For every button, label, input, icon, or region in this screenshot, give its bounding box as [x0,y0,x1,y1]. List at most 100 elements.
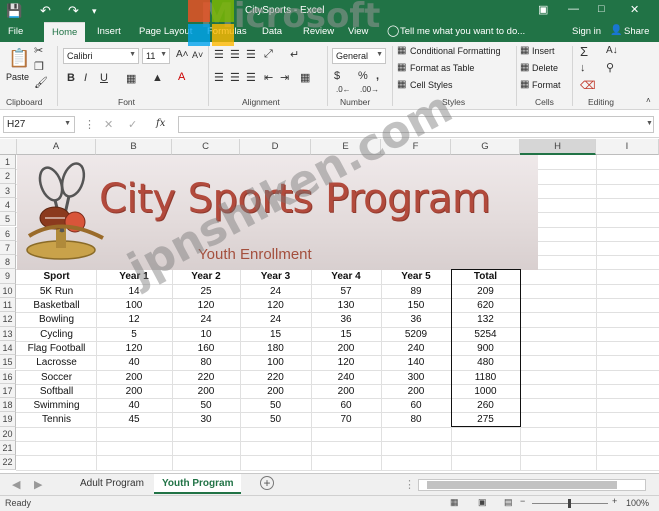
bold-icon[interactable]: B [67,72,75,84]
table-cell[interactable]: Tennis [17,413,96,427]
table-cell[interactable]: 220 [172,371,240,385]
font-size-select[interactable]: 11 ▼ [142,48,170,64]
table-cell[interactable]: 36 [311,313,381,327]
table-cell[interactable]: 240 [381,342,451,356]
cell-styles-button[interactable]: Cell Styles [410,80,453,90]
clear-icon[interactable]: ⌫ [580,79,596,92]
delete-button[interactable]: Delete [532,63,558,73]
align-bottom-icon[interactable]: ☰ [246,48,256,61]
align-middle-icon[interactable]: ☰ [230,48,240,61]
cancel-entry-icon[interactable]: ✕ [104,118,113,131]
row-header[interactable]: 16 [0,369,16,384]
row-header[interactable]: 7 [0,240,16,256]
row-header[interactable]: 1 [0,155,16,170]
row-header[interactable]: 21 [0,441,16,456]
autosum-icon[interactable]: Σ [580,44,588,59]
sort-filter-icon[interactable]: A↓ [606,45,618,56]
row-header[interactable]: 20 [0,426,16,441]
table-cell[interactable]: Flag Football [17,342,96,356]
font-name-select[interactable]: Calibri ▼ [63,48,139,64]
table-header-cell[interactable]: Sport [17,270,96,284]
table-cell[interactable]: 120 [96,342,172,356]
decrease-decimal-icon[interactable]: .00→ [360,85,379,94]
column-header[interactable]: D [240,139,311,155]
table-cell[interactable]: 120 [172,299,240,313]
table-cell[interactable]: 24 [172,313,240,327]
table-cell[interactable]: 200 [172,385,240,399]
align-right-icon[interactable]: ☰ [246,71,256,84]
column-header[interactable]: G [451,139,520,155]
format-painter-icon[interactable]: 🖌 [34,76,48,89]
table-cell[interactable]: 220 [240,371,311,385]
table-cell[interactable]: 120 [240,299,311,313]
table-cell[interactable]: 100 [240,356,311,370]
borders-icon[interactable]: ▦ [126,72,136,85]
format-button[interactable]: Format [532,80,561,90]
table-cell[interactable]: 40 [96,356,172,370]
confirm-entry-icon[interactable]: ✓ [128,118,137,131]
comma-icon[interactable]: , [376,70,379,82]
currency-icon[interactable]: $ [334,70,340,82]
table-header-cell[interactable]: Year 3 [240,270,311,284]
tab-home[interactable]: Home [44,22,86,42]
tab-page-layout[interactable]: Page Layout [139,26,192,37]
table-cell[interactable]: 24 [240,313,311,327]
table-cell[interactable]: 5K Run [17,285,96,299]
collapse-ribbon-icon[interactable]: ˄ [646,96,651,105]
zoom-out-icon[interactable]: − [520,496,525,506]
tell-me-search[interactable]: Tell me what you want to do... [400,26,525,37]
table-cell[interactable]: Swimming [17,399,96,413]
table-cell[interactable]: 160 [172,342,240,356]
align-center-icon[interactable]: ☰ [230,71,240,84]
table-cell[interactable]: Lacrosse [17,356,96,370]
table-cell[interactable]: 10 [172,328,240,342]
sign-in-link[interactable]: Sign in [572,26,601,37]
zoom-level[interactable]: 100% [626,498,649,508]
orientation-icon[interactable]: ⤢ [264,48,273,61]
table-cell[interactable]: 70 [311,413,381,427]
table-cell[interactable]: 12 [96,313,172,327]
insert-function-icon[interactable]: fx [156,118,165,129]
formula-input[interactable] [178,116,654,133]
decrease-font-icon[interactable]: A˅ [192,50,203,60]
tab-file[interactable]: File [8,26,23,37]
table-cell[interactable]: 14 [96,285,172,299]
ribbon-display-options-icon[interactable]: ▣ [538,3,548,16]
table-cell[interactable]: 89 [381,285,451,299]
table-cell[interactable]: 80 [172,356,240,370]
row-header[interactable]: 19 [0,412,16,427]
expand-formula-bar-icon[interactable]: ▼ [646,120,653,127]
worksheet-grid[interactable]: City Sports Program Youth Enrollment ABC… [0,139,659,473]
align-left-icon[interactable]: ☰ [214,71,224,84]
table-cell[interactable]: 40 [96,399,172,413]
minimize-icon[interactable]: — [568,3,579,15]
table-cell[interactable]: 25 [172,285,240,299]
row-header[interactable]: 17 [0,383,16,399]
table-cell[interactable]: 80 [381,413,451,427]
table-cell[interactable]: 240 [311,371,381,385]
conditional-formatting-button[interactable]: Conditional Formatting [410,46,501,56]
save-icon[interactable]: 💾 [6,3,22,19]
tab-insert[interactable]: Insert [97,26,121,37]
column-header[interactable]: A [17,139,96,155]
table-cell[interactable]: 120 [311,356,381,370]
redo-icon[interactable]: ↷ [68,3,79,19]
find-select-icon[interactable]: ⚲ [606,61,614,74]
normal-view-icon[interactable]: ▦ [450,497,459,508]
table-cell[interactable]: 150 [381,299,451,313]
table-cell[interactable]: 60 [381,399,451,413]
close-icon[interactable]: ✕ [630,3,639,16]
row-header[interactable]: 6 [0,226,16,241]
paste-button[interactable]: Paste [6,72,29,82]
fill-color-icon[interactable]: ▲ [152,72,163,84]
row-header[interactable]: 18 [0,398,16,413]
table-cell[interactable]: 24 [240,285,311,299]
tab-data[interactable]: Data [262,26,282,37]
table-cell[interactable]: 50 [172,399,240,413]
zoom-in-icon[interactable]: + [612,496,617,506]
table-cell[interactable]: Bowling [17,313,96,327]
table-cell[interactable]: Cycling [17,328,96,342]
table-cell[interactable]: 200 [96,385,172,399]
row-header[interactable]: 8 [0,255,16,270]
table-cell[interactable]: 15 [240,328,311,342]
